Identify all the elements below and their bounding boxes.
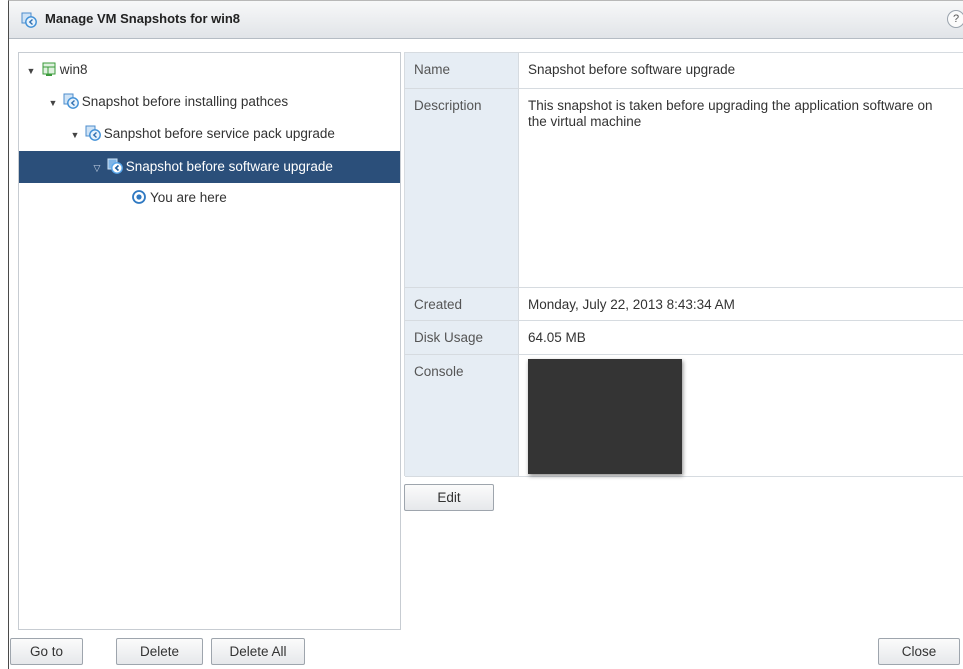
detail-row-console: Console: [405, 355, 963, 477]
console-label: Console: [405, 355, 519, 476]
expand-arrow-icon[interactable]: ▼: [25, 60, 37, 82]
disk-usage-label: Disk Usage: [405, 321, 519, 354]
dialog-titlebar: Manage VM Snapshots for win8 ?: [9, 1, 963, 39]
name-value: Snapshot before software upgrade: [528, 62, 736, 77]
snapshot-current-icon: [107, 158, 123, 174]
created-value: Monday, July 22, 2013 8:43:34 AM: [528, 297, 735, 312]
help-icon[interactable]: ?: [947, 10, 963, 28]
delete-button[interactable]: Delete: [116, 638, 203, 665]
expand-arrow-icon[interactable]: ▼: [47, 92, 59, 114]
current-state-marker-icon: [132, 190, 146, 204]
name-label: Name: [405, 53, 519, 88]
snapshot-details-panel: Name Snapshot before software upgrade De…: [404, 52, 963, 477]
description-label: Description: [405, 89, 519, 287]
tree-node-label: Sanpshot before service pack upgrade: [103, 126, 335, 141]
disk-usage-value: 64.05 MB: [528, 330, 586, 345]
snapshot-icon: [63, 93, 79, 109]
tree-node-label: Snapshot before installing pathces: [81, 94, 289, 109]
detail-row-created: Created Monday, July 22, 2013 8:43:34 AM: [405, 288, 963, 321]
tree-node-label: win8: [59, 62, 88, 77]
tree-node-snapshot-service-pack[interactable]: ▼ Sanpshot before service pack upgrade: [69, 123, 335, 145]
detail-row-disk-usage: Disk Usage 64.05 MB: [405, 321, 963, 355]
detail-row-name: Name Snapshot before software upgrade: [405, 53, 963, 89]
collapse-arrow-icon[interactable]: ▽: [91, 152, 103, 184]
description-value: This snapshot is taken before upgrading …: [528, 98, 933, 129]
snapshot-tree[interactable]: ▼ win8 ▼ Snapshot before installing path…: [18, 52, 401, 630]
tree-node-label: You are here: [150, 190, 227, 205]
delete-all-button[interactable]: Delete All: [211, 638, 305, 665]
expand-arrow-icon[interactable]: ▼: [69, 124, 81, 146]
edit-button[interactable]: Edit: [404, 484, 494, 511]
go-to-button[interactable]: Go to: [10, 638, 83, 665]
vm-icon: [42, 62, 56, 76]
created-label: Created: [405, 288, 519, 320]
detail-row-description: Description This snapshot is taken befor…: [405, 89, 963, 288]
snapshot-icon: [85, 125, 101, 141]
snapshot-manager-icon: [21, 12, 37, 28]
tree-node-you-are-here[interactable]: You are here: [131, 187, 227, 209]
tree-node-vm-win8[interactable]: ▼ win8: [25, 59, 88, 81]
tree-node-label: Snapshot before software upgrade: [125, 159, 333, 174]
tree-node-snapshot-software-upgrade[interactable]: ▽ Snapshot before software upgrade: [19, 151, 400, 183]
close-button[interactable]: Close: [878, 638, 960, 665]
tree-node-snapshot-installing-patches[interactable]: ▼ Snapshot before installing pathces: [47, 91, 288, 113]
console-screenshot-thumbnail[interactable]: [528, 359, 682, 474]
dialog-title: Manage VM Snapshots for win8: [45, 11, 241, 26]
manage-snapshots-dialog: Manage VM Snapshots for win8 ? ▼ win8 ▼ …: [8, 0, 963, 669]
